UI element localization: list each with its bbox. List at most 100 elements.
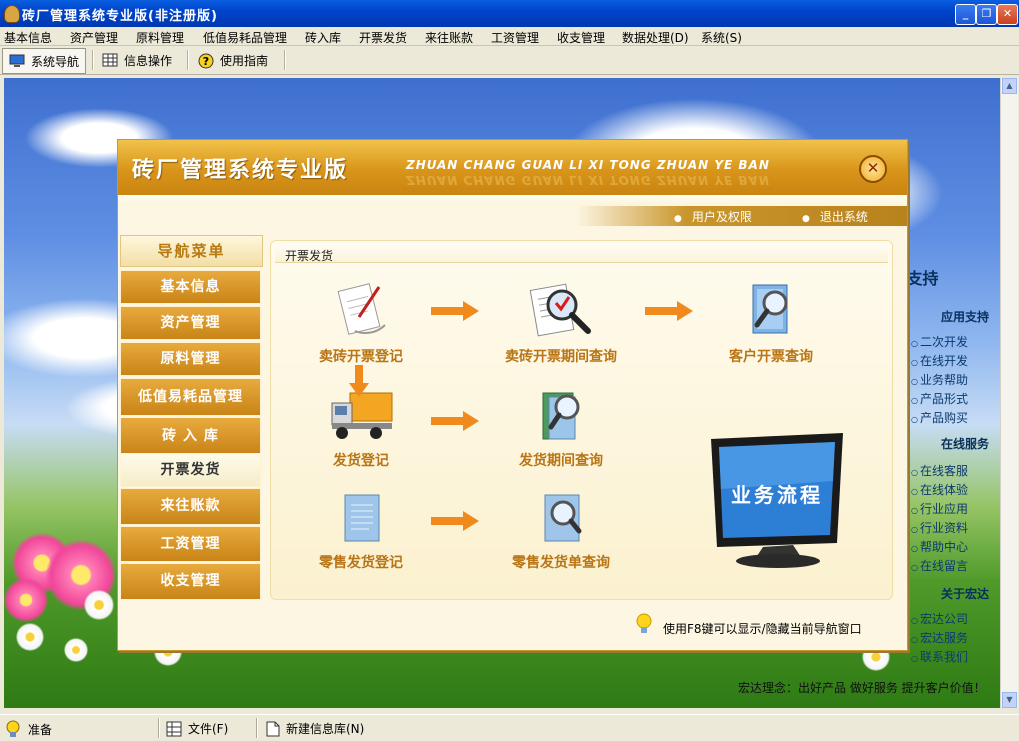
menu-data[interactable]: 数据处理(D) [622, 29, 689, 46]
menu-consumables[interactable]: 低值易耗品管理 [203, 29, 287, 46]
retail-query-button[interactable]: 零售发货单查询 [501, 489, 621, 572]
magnifier-notebook-icon [544, 494, 582, 542]
retail-query-label: 零售发货单查询 [512, 555, 610, 571]
restore-button[interactable]: ❐ [976, 4, 997, 25]
vertical-scrollbar[interactable]: ▲ ▼ [1000, 78, 1018, 708]
toolbar: 系统导航 信息操作 ? 使用指南 [0, 46, 1019, 75]
title-bar: 砖厂管理系统专业版(非注册版) _ ❐ ✕ [0, 0, 1019, 27]
business-flow-label: 业务流程 [731, 483, 823, 507]
support-link[interactable]: 宏达公司 [911, 610, 968, 627]
section-heading: 关于宏达 [941, 587, 990, 601]
magnifier-book-icon [752, 284, 788, 334]
retail-register-button[interactable]: 零售发货登记 [311, 489, 411, 572]
nav-menu: 导航菜单 基本信息 资产管理 原料管理 低值易耗品管理 砖 入 库 开票发货 来… [120, 235, 263, 601]
scroll-up-icon[interactable]: ▲ [1002, 78, 1017, 94]
support-link[interactable]: 行业应用 [911, 500, 968, 517]
support-link[interactable]: 帮助中心 [911, 538, 968, 555]
arrow-down-icon [349, 365, 369, 397]
support-link[interactable]: 在线客服 [911, 462, 968, 479]
delivery-query-button[interactable]: 发货期间查询 [501, 387, 621, 470]
info-toolbar-button[interactable]: 信息操作 [96, 48, 178, 72]
nav-item-stock-in[interactable]: 砖 入 库 [120, 417, 261, 455]
dialog-header: 砖厂管理系统专业版 ZHUAN CHANG GUAN LI XI TONG ZH… [118, 140, 907, 195]
navigation-dialog: 砖厂管理系统专业版 ZHUAN CHANG GUAN LI XI TONG ZH… [117, 139, 908, 651]
menu-materials[interactable]: 原料管理 [136, 29, 184, 46]
menu-basic-info[interactable]: 基本信息 [4, 29, 52, 46]
close-button[interactable]: ✕ [997, 4, 1018, 25]
menu-payroll[interactable]: 工资管理 [491, 29, 539, 46]
nav-item-accounts[interactable]: 来往账款 [120, 488, 261, 525]
support-link[interactable]: 产品购买 [911, 409, 968, 426]
delivery-register-button[interactable]: 发货登记 [311, 387, 411, 470]
company-slogan: 宏达理念：出好产品 做好服务 提升客户价值！ [738, 681, 986, 695]
monitor-icon [9, 54, 25, 68]
menu-assets[interactable]: 资产管理 [70, 29, 118, 46]
new-database-label: 新建信息库(N) [286, 722, 365, 736]
lightbulb-icon [6, 720, 20, 737]
sale-invoice-query-label: 卖砖开票期间查询 [505, 349, 617, 365]
toolbar-divider [92, 50, 94, 70]
customer-invoice-query-label: 客户开票查询 [729, 349, 813, 365]
support-link[interactable]: 宏达服务 [911, 629, 968, 646]
menu-invoice-delivery[interactable]: 开票发货 [359, 29, 407, 46]
status-ready: 准备 [4, 720, 52, 738]
section-heading: 应用支持 [941, 310, 990, 324]
status-ready-label: 准备 [28, 722, 53, 737]
sale-invoice-register-button[interactable]: 卖砖开票登记 [311, 281, 411, 366]
arrow-right-icon [645, 301, 693, 321]
section-title: 开票发货 [285, 249, 334, 263]
arrow-right-icon [431, 301, 479, 321]
section-heading: 在线服务 [941, 437, 990, 451]
support-panel: j支持 应用支持 二次开发 在线开发 业务帮助 产品形式 产品购买 在线服务 在… [901, 255, 1000, 705]
nav-item-basic-info[interactable]: 基本信息 [120, 270, 261, 304]
nav-item-invoice-delivery[interactable]: 开票发货 [120, 453, 261, 487]
toolbar-divider [187, 50, 189, 70]
f8-hint: 使用F8键可以显示/隐藏当前导航窗口 [663, 622, 862, 636]
magnifier-document-icon [529, 283, 591, 337]
exit-system-link[interactable]: 退出系统 [802, 208, 868, 225]
status-divider [256, 718, 258, 738]
menu-income-expense[interactable]: 收支管理 [557, 29, 605, 46]
scroll-down-icon[interactable]: ▼ [1002, 692, 1017, 708]
menu-stock-in[interactable]: 砖入库 [305, 29, 341, 46]
guide-toolbar-label: 使用指南 [220, 53, 269, 68]
guide-toolbar-button[interactable]: ? 使用指南 [192, 48, 274, 72]
menu-system[interactable]: 系统(S) [701, 29, 742, 46]
user-rights-link[interactable]: 用户及权限 [674, 208, 752, 225]
customer-invoice-query-button[interactable]: 客户开票查询 [711, 281, 831, 366]
nav-item-payroll[interactable]: 工资管理 [120, 526, 261, 562]
nav-menu-title: 导航菜单 [120, 235, 263, 267]
nav-toolbar-button[interactable]: 系统导航 [2, 48, 87, 74]
grid-icon [102, 53, 118, 67]
new-database-button[interactable]: 新建信息库(N) [266, 720, 364, 737]
nav-item-income-expense[interactable]: 收支管理 [120, 563, 261, 600]
file-menu-button[interactable]: 文件(F) [166, 720, 228, 737]
file-menu-label: 文件(F) [188, 722, 229, 736]
lightbulb-icon [636, 613, 652, 633]
support-link[interactable]: 产品形式 [911, 390, 968, 407]
support-link[interactable]: 在线开发 [911, 352, 968, 369]
support-link[interactable]: 在线留言 [911, 557, 968, 574]
support-link[interactable]: 业务帮助 [911, 371, 968, 388]
dialog-pinyin-reflection: ZHUAN CHANG GUAN LI XI TONG ZHUAN YE BAN [406, 173, 770, 187]
support-link[interactable]: 行业资料 [911, 519, 968, 536]
support-link[interactable]: 在线体验 [911, 481, 968, 498]
content-panel: 开票发货 卖砖开票登记 卖砖开票期间查询 客户开票查询 发货登记 发货期间查询 … [270, 240, 893, 600]
notebook-icon [344, 494, 380, 542]
nav-item-consumables[interactable]: 低值易耗品管理 [120, 378, 261, 416]
minimize-button[interactable]: _ [955, 4, 976, 25]
arrow-right-icon [431, 411, 479, 431]
dialog-pinyin: ZHUAN CHANG GUAN LI XI TONG ZHUAN YE BAN [406, 158, 770, 172]
menu-bar: 基本信息 资产管理 原料管理 低值易耗品管理 砖入库 开票发货 来往账款 工资管… [0, 27, 1019, 46]
app-icon[interactable] [4, 5, 20, 23]
status-divider [158, 718, 160, 738]
nav-item-materials[interactable]: 原料管理 [120, 342, 261, 376]
nav-item-assets[interactable]: 资产管理 [120, 306, 261, 340]
business-flow-button[interactable]: 业务流程 [703, 431, 853, 571]
menu-accounts[interactable]: 来往账款 [425, 29, 473, 46]
arrow-right-icon [431, 511, 479, 531]
support-link[interactable]: 联系我们 [911, 648, 968, 665]
sale-invoice-query-button[interactable]: 卖砖开票期间查询 [491, 281, 631, 366]
close-icon[interactable]: ✕ [859, 155, 887, 183]
support-link[interactable]: 二次开发 [911, 333, 968, 350]
